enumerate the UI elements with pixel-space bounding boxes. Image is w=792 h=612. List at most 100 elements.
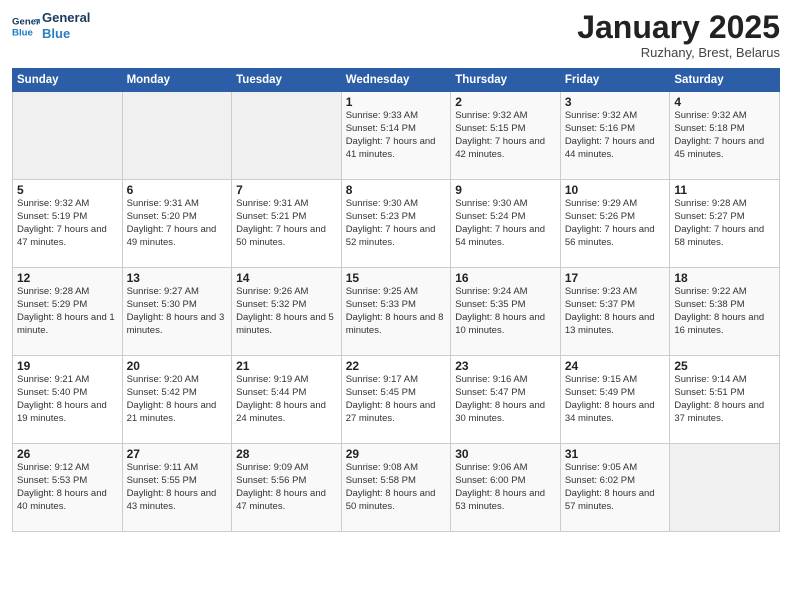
calendar-cell: 2Sunrise: 9:32 AM Sunset: 5:15 PM Daylig… — [451, 92, 561, 180]
col-monday: Monday — [122, 69, 232, 92]
calendar-week-1: 1Sunrise: 9:33 AM Sunset: 5:14 PM Daylig… — [13, 92, 780, 180]
calendar-cell: 16Sunrise: 9:24 AM Sunset: 5:35 PM Dayli… — [451, 268, 561, 356]
calendar-week-2: 5Sunrise: 9:32 AM Sunset: 5:19 PM Daylig… — [13, 180, 780, 268]
calendar-cell: 17Sunrise: 9:23 AM Sunset: 5:37 PM Dayli… — [560, 268, 670, 356]
calendar-cell: 22Sunrise: 9:17 AM Sunset: 5:45 PM Dayli… — [341, 356, 451, 444]
day-info: Sunrise: 9:21 AM Sunset: 5:40 PM Dayligh… — [17, 374, 118, 425]
calendar-cell: 6Sunrise: 9:31 AM Sunset: 5:20 PM Daylig… — [122, 180, 232, 268]
day-info: Sunrise: 9:25 AM Sunset: 5:33 PM Dayligh… — [346, 286, 447, 337]
calendar-cell — [670, 444, 780, 532]
calendar-cell: 23Sunrise: 9:16 AM Sunset: 5:47 PM Dayli… — [451, 356, 561, 444]
day-info: Sunrise: 9:32 AM Sunset: 5:18 PM Dayligh… — [674, 110, 775, 161]
calendar-cell: 30Sunrise: 9:06 AM Sunset: 6:00 PM Dayli… — [451, 444, 561, 532]
calendar-cell: 12Sunrise: 9:28 AM Sunset: 5:29 PM Dayli… — [13, 268, 123, 356]
day-number: 8 — [346, 183, 447, 197]
day-info: Sunrise: 9:32 AM Sunset: 5:16 PM Dayligh… — [565, 110, 666, 161]
calendar-cell: 4Sunrise: 9:32 AM Sunset: 5:18 PM Daylig… — [670, 92, 780, 180]
day-number: 13 — [127, 271, 228, 285]
calendar-week-5: 26Sunrise: 9:12 AM Sunset: 5:53 PM Dayli… — [13, 444, 780, 532]
day-info: Sunrise: 9:22 AM Sunset: 5:38 PM Dayligh… — [674, 286, 775, 337]
calendar-cell: 5Sunrise: 9:32 AM Sunset: 5:19 PM Daylig… — [13, 180, 123, 268]
day-number: 3 — [565, 95, 666, 109]
day-number: 22 — [346, 359, 447, 373]
page-container: General Blue General Blue January 2025 R… — [0, 0, 792, 540]
day-info: Sunrise: 9:30 AM Sunset: 5:24 PM Dayligh… — [455, 198, 556, 249]
col-thursday: Thursday — [451, 69, 561, 92]
calendar-cell: 9Sunrise: 9:30 AM Sunset: 5:24 PM Daylig… — [451, 180, 561, 268]
calendar-cell — [232, 92, 342, 180]
day-number: 5 — [17, 183, 118, 197]
day-number: 31 — [565, 447, 666, 461]
day-info: Sunrise: 9:29 AM Sunset: 5:26 PM Dayligh… — [565, 198, 666, 249]
day-number: 20 — [127, 359, 228, 373]
col-tuesday: Tuesday — [232, 69, 342, 92]
header-row: Sunday Monday Tuesday Wednesday Thursday… — [13, 69, 780, 92]
day-number: 27 — [127, 447, 228, 461]
calendar-header: Sunday Monday Tuesday Wednesday Thursday… — [13, 69, 780, 92]
day-info: Sunrise: 9:28 AM Sunset: 5:27 PM Dayligh… — [674, 198, 775, 249]
day-info: Sunrise: 9:15 AM Sunset: 5:49 PM Dayligh… — [565, 374, 666, 425]
day-number: 18 — [674, 271, 775, 285]
day-number: 26 — [17, 447, 118, 461]
day-number: 1 — [346, 95, 447, 109]
day-number: 6 — [127, 183, 228, 197]
calendar-cell: 8Sunrise: 9:30 AM Sunset: 5:23 PM Daylig… — [341, 180, 451, 268]
day-info: Sunrise: 9:06 AM Sunset: 6:00 PM Dayligh… — [455, 462, 556, 513]
calendar-body: 1Sunrise: 9:33 AM Sunset: 5:14 PM Daylig… — [13, 92, 780, 532]
day-number: 19 — [17, 359, 118, 373]
calendar-table: Sunday Monday Tuesday Wednesday Thursday… — [12, 68, 780, 532]
calendar-cell: 7Sunrise: 9:31 AM Sunset: 5:21 PM Daylig… — [232, 180, 342, 268]
calendar-week-3: 12Sunrise: 9:28 AM Sunset: 5:29 PM Dayli… — [13, 268, 780, 356]
calendar-cell: 15Sunrise: 9:25 AM Sunset: 5:33 PM Dayli… — [341, 268, 451, 356]
col-saturday: Saturday — [670, 69, 780, 92]
calendar-cell — [122, 92, 232, 180]
day-number: 21 — [236, 359, 337, 373]
calendar-cell: 20Sunrise: 9:20 AM Sunset: 5:42 PM Dayli… — [122, 356, 232, 444]
day-info: Sunrise: 9:24 AM Sunset: 5:35 PM Dayligh… — [455, 286, 556, 337]
month-title: January 2025 — [577, 10, 780, 45]
day-info: Sunrise: 9:17 AM Sunset: 5:45 PM Dayligh… — [346, 374, 447, 425]
calendar-cell: 26Sunrise: 9:12 AM Sunset: 5:53 PM Dayli… — [13, 444, 123, 532]
day-info: Sunrise: 9:05 AM Sunset: 6:02 PM Dayligh… — [565, 462, 666, 513]
col-sunday: Sunday — [13, 69, 123, 92]
header: General Blue General Blue January 2025 R… — [12, 10, 780, 60]
day-info: Sunrise: 9:19 AM Sunset: 5:44 PM Dayligh… — [236, 374, 337, 425]
day-number: 12 — [17, 271, 118, 285]
day-info: Sunrise: 9:31 AM Sunset: 5:21 PM Dayligh… — [236, 198, 337, 249]
col-wednesday: Wednesday — [341, 69, 451, 92]
calendar-cell: 13Sunrise: 9:27 AM Sunset: 5:30 PM Dayli… — [122, 268, 232, 356]
day-info: Sunrise: 9:14 AM Sunset: 5:51 PM Dayligh… — [674, 374, 775, 425]
day-info: Sunrise: 9:08 AM Sunset: 5:58 PM Dayligh… — [346, 462, 447, 513]
day-number: 23 — [455, 359, 556, 373]
title-block: January 2025 Ruzhany, Brest, Belarus — [577, 10, 780, 60]
calendar-cell: 18Sunrise: 9:22 AM Sunset: 5:38 PM Dayli… — [670, 268, 780, 356]
day-number: 25 — [674, 359, 775, 373]
calendar-cell: 19Sunrise: 9:21 AM Sunset: 5:40 PM Dayli… — [13, 356, 123, 444]
day-info: Sunrise: 9:11 AM Sunset: 5:55 PM Dayligh… — [127, 462, 228, 513]
calendar-cell: 14Sunrise: 9:26 AM Sunset: 5:32 PM Dayli… — [232, 268, 342, 356]
calendar-cell: 28Sunrise: 9:09 AM Sunset: 5:56 PM Dayli… — [232, 444, 342, 532]
day-number: 17 — [565, 271, 666, 285]
day-info: Sunrise: 9:28 AM Sunset: 5:29 PM Dayligh… — [17, 286, 118, 337]
day-info: Sunrise: 9:32 AM Sunset: 5:19 PM Dayligh… — [17, 198, 118, 249]
day-number: 2 — [455, 95, 556, 109]
calendar-cell: 29Sunrise: 9:08 AM Sunset: 5:58 PM Dayli… — [341, 444, 451, 532]
logo-icon: General Blue — [12, 12, 40, 40]
day-number: 29 — [346, 447, 447, 461]
logo: General Blue General Blue — [12, 10, 90, 41]
calendar-cell: 3Sunrise: 9:32 AM Sunset: 5:16 PM Daylig… — [560, 92, 670, 180]
day-info: Sunrise: 9:31 AM Sunset: 5:20 PM Dayligh… — [127, 198, 228, 249]
day-number: 10 — [565, 183, 666, 197]
day-number: 14 — [236, 271, 337, 285]
calendar-cell: 25Sunrise: 9:14 AM Sunset: 5:51 PM Dayli… — [670, 356, 780, 444]
day-number: 30 — [455, 447, 556, 461]
logo-line2: Blue — [42, 26, 90, 42]
day-number: 4 — [674, 95, 775, 109]
calendar-cell: 10Sunrise: 9:29 AM Sunset: 5:26 PM Dayli… — [560, 180, 670, 268]
logo-line1: General — [42, 10, 90, 26]
day-number: 11 — [674, 183, 775, 197]
day-info: Sunrise: 9:30 AM Sunset: 5:23 PM Dayligh… — [346, 198, 447, 249]
day-number: 7 — [236, 183, 337, 197]
location: Ruzhany, Brest, Belarus — [577, 45, 780, 60]
day-info: Sunrise: 9:26 AM Sunset: 5:32 PM Dayligh… — [236, 286, 337, 337]
